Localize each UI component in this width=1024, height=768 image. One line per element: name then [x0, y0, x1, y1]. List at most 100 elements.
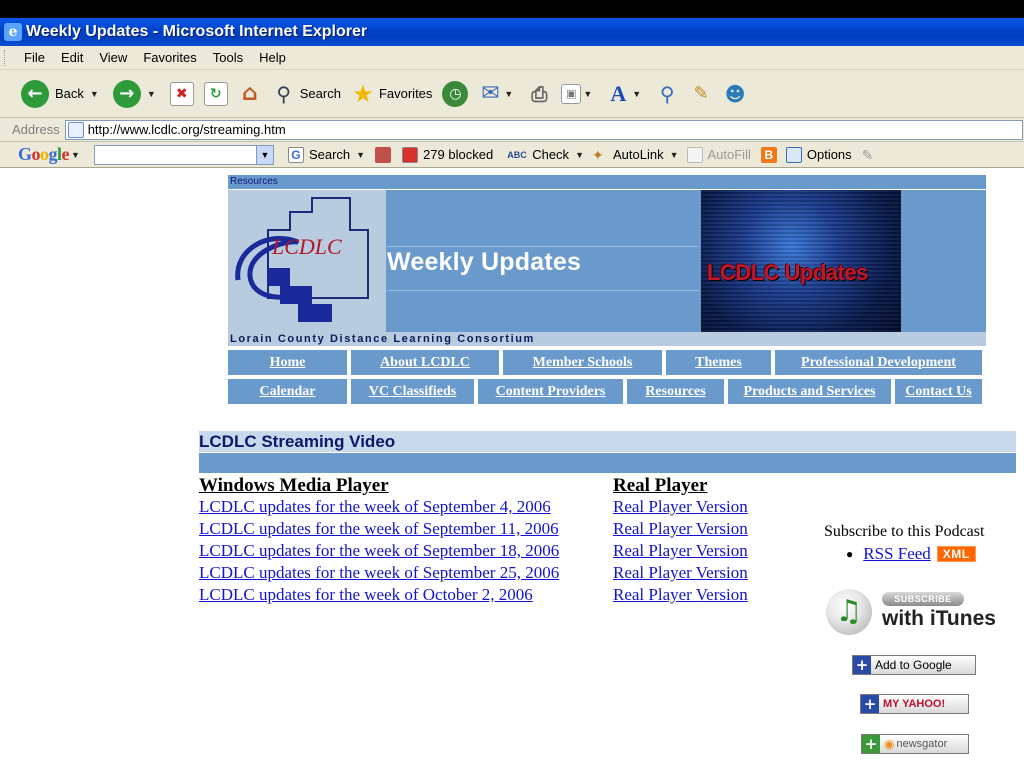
real-link-sep-11[interactable]: Real Player Version [613, 518, 748, 540]
spell-check-button[interactable]: ABC Check ▼ [507, 147, 588, 163]
autofill-button: AutoFill [686, 146, 751, 163]
real-link-sep-18[interactable]: Real Player Version [613, 540, 748, 562]
section-title-bar [199, 453, 1016, 473]
real-link-oct-2[interactable]: Real Player Version [613, 584, 748, 606]
print-button[interactable]: ⎙ [522, 74, 556, 114]
highlighter-icon: ✎ [861, 146, 874, 163]
search-button[interactable]: ⚲ Search [267, 74, 346, 114]
google-search-label: Search [308, 147, 351, 162]
nav-content-providers[interactable]: Content Providers [476, 379, 625, 404]
discuss-button[interactable]: ✎ [684, 74, 718, 114]
add-to-google-button[interactable]: + Add to Google [852, 655, 976, 675]
check-dropdown-icon[interactable]: ▼ [575, 150, 584, 160]
main-nav-row-1: Home About LCDLC Member Schools Themes P… [226, 350, 984, 375]
consortium-name: Lorain County Distance Learning Consorti… [228, 332, 986, 346]
refresh-icon: ↻ [203, 81, 228, 106]
history-icon: ◷ [442, 80, 469, 107]
add-to-my-yahoo-button[interactable]: + MY YAHOO! [860, 694, 969, 714]
back-button[interactable]: ← Back ▼ [16, 74, 108, 114]
menu-view[interactable]: View [91, 50, 135, 65]
nav-themes[interactable]: Themes [664, 350, 773, 375]
nav-about-lcdlc[interactable]: About LCDLC [349, 350, 501, 375]
address-input[interactable]: http://www.lcdlc.org/streaming.htm [64, 119, 1023, 140]
address-label: Address [12, 122, 60, 137]
google-search-input[interactable]: ▼ [93, 144, 274, 165]
real-player-heading: Real Player [613, 475, 708, 496]
favorites-button[interactable]: ★ Favorites [346, 74, 437, 114]
stop-button[interactable]: ✖ [165, 74, 199, 114]
autolink-dropdown-icon[interactable]: ▼ [670, 150, 679, 160]
itunes-subscribe-button[interactable]: ♫ SUBSCRIBE with iTunes [823, 587, 1013, 637]
font-size-button[interactable]: A ▼ [601, 74, 650, 114]
nav-vc-classifieds[interactable]: VC Classifieds [349, 379, 476, 404]
autolink-label: AutoLink [612, 147, 664, 162]
screen-top-edge [0, 0, 1024, 18]
font-size-dropdown-icon[interactable]: ▼ [632, 89, 641, 99]
forward-dropdown-icon[interactable]: ▼ [147, 89, 156, 99]
edit-button[interactable]: ▣ ▼ [556, 74, 601, 114]
page-content: Resources LCDLC Weekly Updates LCDLC Upd… [0, 169, 1024, 768]
banner-photo-text: LCDLC Updates [707, 260, 868, 285]
window-titlebar[interactable]: e Weekly Updates - Microsoft Internet Ex… [0, 18, 1024, 46]
windows-media-player-heading: Windows Media Player [199, 475, 389, 496]
google-logo[interactable]: Google [18, 144, 70, 165]
menu-favorites[interactable]: Favorites [135, 50, 204, 65]
news-button[interactable] [375, 146, 396, 163]
nav-home[interactable]: Home [226, 350, 349, 375]
autolink-button[interactable]: ✦ AutoLink ▼ [592, 147, 683, 163]
lcdlc-logo[interactable]: LCDLC [228, 190, 386, 332]
messenger-button[interactable]: ☻ [718, 74, 752, 114]
mail-dropdown-icon[interactable]: ▼ [504, 89, 513, 99]
menu-file[interactable]: File [16, 50, 53, 65]
google-search-button[interactable]: G Search ▼ [287, 146, 369, 163]
highlight-button[interactable]: ✎ [862, 147, 883, 163]
wmp-link-oct-2[interactable]: LCDLC updates for the week of October 2,… [199, 584, 559, 606]
address-url: http://www.lcdlc.org/streaming.htm [87, 122, 286, 137]
subscribe-podcast-label: Subscribe to this Podcast [824, 523, 985, 540]
nav-products-and-services[interactable]: Products and Services [726, 379, 893, 404]
menu-edit[interactable]: Edit [53, 50, 91, 65]
real-link-sep-4[interactable]: Real Player Version [613, 496, 748, 518]
back-dropdown-icon[interactable]: ▼ [90, 89, 99, 99]
menu-help[interactable]: Help [251, 50, 294, 65]
wmp-link-sep-18[interactable]: LCDLC updates for the week of September … [199, 540, 559, 562]
xml-badge[interactable]: XML [936, 546, 976, 562]
popup-blocker-button[interactable]: 279 blocked [402, 146, 493, 163]
banner-top-panel [387, 190, 699, 245]
wmp-link-sep-11[interactable]: LCDLC updates for the week of September … [199, 518, 559, 540]
banner-bottom-panel [387, 292, 699, 332]
blogger-button[interactable]: B [760, 146, 782, 163]
rss-feed-item: ● RSS Feed XML [846, 544, 976, 564]
standard-toolbar: ← Back ▼ → ▼ ✖ ↻ ⌂ ⚲ Search ★ Favorites … [0, 70, 1024, 118]
research-button[interactable]: ⚲ [650, 74, 684, 114]
logo-text: LCDLC [271, 234, 342, 259]
mail-button[interactable]: ✉ ▼ [473, 74, 522, 114]
history-button[interactable]: ◷ [437, 74, 473, 114]
wmp-link-sep-4[interactable]: LCDLC updates for the week of September … [199, 496, 559, 518]
nav-professional-development[interactable]: Professional Development [773, 350, 984, 375]
menu-tools[interactable]: Tools [205, 50, 251, 65]
autolink-wand-icon: ✦ [591, 146, 604, 163]
nav-member-schools[interactable]: Member Schools [501, 350, 664, 375]
add-to-newsgator-button[interactable]: + ◉ newsgator [861, 734, 969, 754]
home-button[interactable]: ⌂ [233, 74, 267, 114]
rss-feed-link[interactable]: RSS Feed [863, 544, 931, 564]
real-link-sep-25[interactable]: Real Player Version [613, 562, 748, 584]
google-menu-dropdown-icon[interactable]: ▼ [71, 150, 80, 160]
forward-button[interactable]: → ▼ [108, 74, 165, 114]
nav-calendar[interactable]: Calendar [226, 379, 349, 404]
edit-dropdown-icon[interactable]: ▼ [583, 89, 592, 99]
google-search-options-icon[interactable]: ▼ [356, 150, 365, 160]
nav-contact-us[interactable]: Contact Us [893, 379, 984, 404]
discuss-icon: ✎ [693, 83, 709, 104]
edit-page-icon: ▣ [561, 83, 582, 104]
google-search-dropdown-icon[interactable]: ▼ [255, 145, 273, 164]
options-button[interactable]: Options [785, 146, 852, 163]
plus-icon: + [853, 656, 871, 674]
wmp-link-sep-25[interactable]: LCDLC updates for the week of September … [199, 562, 559, 584]
autofill-icon [686, 146, 703, 163]
internet-explorer-icon: e [4, 23, 22, 41]
nav-resources[interactable]: Resources [625, 379, 726, 404]
refresh-button[interactable]: ↻ [199, 74, 233, 114]
plus-icon: + [862, 735, 880, 753]
